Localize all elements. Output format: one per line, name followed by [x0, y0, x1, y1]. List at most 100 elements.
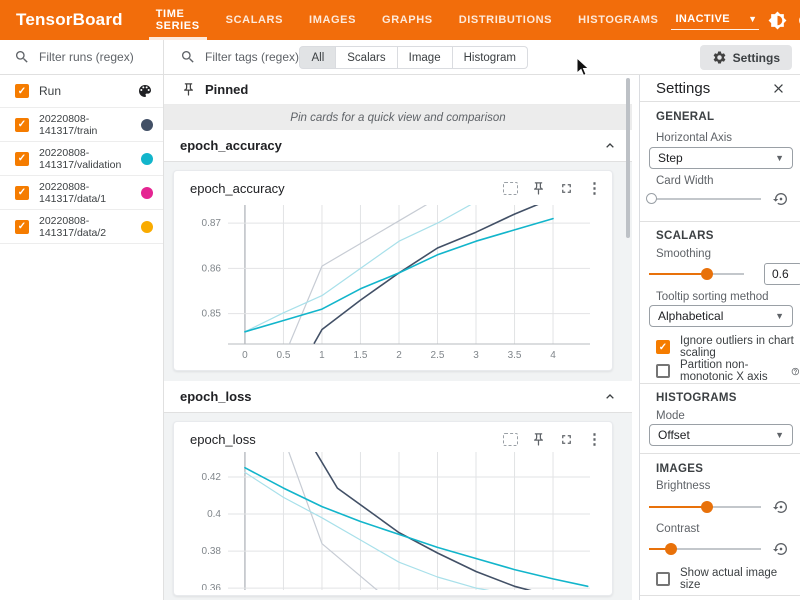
contrast-slider[interactable] — [649, 542, 761, 556]
runs-header-row: Run — [0, 75, 163, 108]
close-icon[interactable] — [771, 81, 786, 96]
status-dropdown[interactable]: INACTIVE ▼ — [671, 10, 759, 30]
ignore-outliers-checkbox[interactable] — [656, 340, 670, 354]
card-width-slider[interactable] — [649, 192, 761, 206]
tab-time-series[interactable]: TIME SERIES — [143, 0, 213, 40]
settings-panel-title: Settings — [656, 80, 710, 97]
theme-brightness-icon[interactable] — [768, 11, 787, 30]
run-checkbox[interactable] — [15, 118, 29, 132]
smoothing-label: Smoothing — [656, 248, 711, 260]
refresh-icon[interactable] — [796, 11, 800, 30]
app-bar: TensorBoard TIME SERIES SCALARS IMAGES G… — [0, 0, 800, 40]
chevron-up-icon[interactable] — [602, 389, 618, 405]
chevron-up-icon[interactable] — [602, 138, 618, 154]
brightness-slider[interactable] — [649, 500, 761, 514]
card-header: epoch_accuracy ⋮ — [174, 171, 612, 201]
partition-x-axis-row[interactable]: Partition non-monotonic X axis — [656, 359, 800, 383]
main-scrollbar-thumb[interactable] — [626, 78, 630, 238]
divider — [640, 383, 800, 384]
run-name: 20220808-141317/validation — [39, 147, 121, 171]
histograms-heading: HISTOGRAMS — [656, 392, 737, 404]
run-name: 20220808-141317/data/1 — [39, 181, 106, 205]
filter-image-button[interactable]: Image — [398, 46, 453, 69]
fullscreen-icon[interactable] — [559, 181, 574, 196]
accuracy-card-zone: epoch_accuracy ⋮ 00.511.522.533.540.850.… — [164, 162, 632, 381]
reset-icon[interactable] — [773, 191, 789, 207]
settings-panel-header: Settings — [640, 75, 800, 101]
help-icon[interactable] — [791, 365, 800, 378]
svg-text:0.38: 0.38 — [202, 546, 222, 557]
fit-domain-icon[interactable] — [503, 433, 518, 446]
epoch-accuracy-chart[interactable]: 00.511.522.533.540.850.860.87 — [174, 201, 594, 365]
smoothing-value-input[interactable] — [764, 263, 800, 285]
divider — [640, 595, 800, 596]
run-checkbox[interactable] — [15, 186, 29, 200]
run-checkbox[interactable] — [15, 152, 29, 166]
runs-sidebar: Run 20220808-141317/train 20220808-14131… — [0, 75, 164, 600]
scalars-heading: SCALARS — [656, 230, 714, 242]
section-epoch-accuracy[interactable]: epoch_accuracy — [164, 130, 632, 162]
settings-button-label: Settings — [733, 51, 780, 65]
filter-histogram-button[interactable]: Histogram — [453, 46, 528, 69]
palette-icon[interactable] — [137, 83, 153, 99]
runs-filter-input[interactable] — [39, 50, 149, 64]
histogram-mode-label: Mode — [656, 410, 685, 422]
run-name: 20220808-141317/data/2 — [39, 215, 106, 239]
show-actual-size-row[interactable]: Show actual image size — [656, 567, 800, 591]
histogram-mode-select[interactable]: Offset ▼ — [649, 424, 793, 446]
histogram-mode-value: Offset — [658, 428, 690, 442]
fullscreen-icon[interactable] — [559, 432, 574, 447]
chevron-down-icon: ▼ — [775, 430, 784, 440]
run-row-data-2[interactable]: 20220808-141317/data/2 — [0, 210, 163, 244]
divider — [640, 101, 800, 102]
tab-graphs[interactable]: GRAPHS — [369, 0, 446, 40]
tab-histograms[interactable]: HISTOGRAMS — [565, 0, 671, 40]
run-row-data-1[interactable]: 20220808-141317/data/1 — [0, 176, 163, 210]
card-width-label: Card Width — [656, 175, 714, 187]
svg-text:2.5: 2.5 — [431, 350, 445, 361]
tab-images[interactable]: IMAGES — [296, 0, 369, 40]
run-row-validation[interactable]: 20220808-141317/validation — [0, 142, 163, 176]
run-checkbox[interactable] — [15, 220, 29, 234]
svg-text:3.5: 3.5 — [508, 350, 522, 361]
pin-icon — [181, 82, 196, 97]
pin-cards-hint: Pin cards for a quick view and compariso… — [164, 105, 632, 130]
ignore-outliers-row[interactable]: Ignore outliers in chart scaling — [656, 335, 800, 359]
pin-icon[interactable] — [531, 432, 546, 447]
svg-text:0.5: 0.5 — [277, 350, 291, 361]
filter-scalars-button[interactable]: Scalars — [336, 46, 397, 69]
pin-icon[interactable] — [531, 181, 546, 196]
section-epoch-loss[interactable]: epoch_loss — [164, 381, 632, 413]
brightness-label: Brightness — [656, 480, 710, 492]
section-title: epoch_loss — [180, 389, 252, 404]
tag-filter-bar: All Scalars Image Histogram Settings — [164, 40, 800, 75]
pinned-section-header: Pinned — [164, 75, 632, 105]
filter-all-button[interactable]: All — [299, 46, 336, 69]
appbar-actions: INACTIVE ▼ — [671, 10, 800, 30]
fit-domain-icon[interactable] — [503, 182, 518, 195]
divider — [640, 221, 800, 222]
settings-button[interactable]: Settings — [700, 45, 792, 70]
horizontal-axis-select[interactable]: Step ▼ — [649, 147, 793, 169]
run-row-train[interactable]: 20220808-141317/train — [0, 108, 163, 142]
more-menu-icon[interactable]: ⋮ — [587, 433, 602, 446]
show-actual-size-checkbox[interactable] — [656, 572, 670, 586]
tooltip-sorting-select[interactable]: Alphabetical ▼ — [649, 305, 793, 327]
svg-text:0.42: 0.42 — [202, 472, 222, 483]
more-menu-icon[interactable]: ⋮ — [587, 182, 602, 195]
reset-icon[interactable] — [773, 499, 789, 515]
partition-x-axis-checkbox[interactable] — [656, 364, 670, 378]
smoothing-slider[interactable] — [649, 267, 744, 281]
horizontal-axis-value: Step — [658, 151, 683, 165]
tab-distributions[interactable]: DISTRIBUTIONS — [446, 0, 565, 40]
contrast-slider-row — [649, 541, 789, 557]
card-header: epoch_loss ⋮ — [174, 422, 612, 452]
tab-scalars[interactable]: SCALARS — [213, 0, 296, 40]
epoch-loss-chart[interactable]: 0.420.40.380.36 — [174, 452, 594, 590]
runs-column-label: Run — [39, 84, 61, 98]
chevron-down-icon: ▼ — [775, 311, 784, 321]
tensorboard-logo: TensorBoard — [0, 10, 143, 30]
reset-icon[interactable] — [773, 541, 789, 557]
card-title: epoch_accuracy — [190, 181, 285, 196]
select-all-runs-checkbox[interactable] — [15, 84, 29, 98]
